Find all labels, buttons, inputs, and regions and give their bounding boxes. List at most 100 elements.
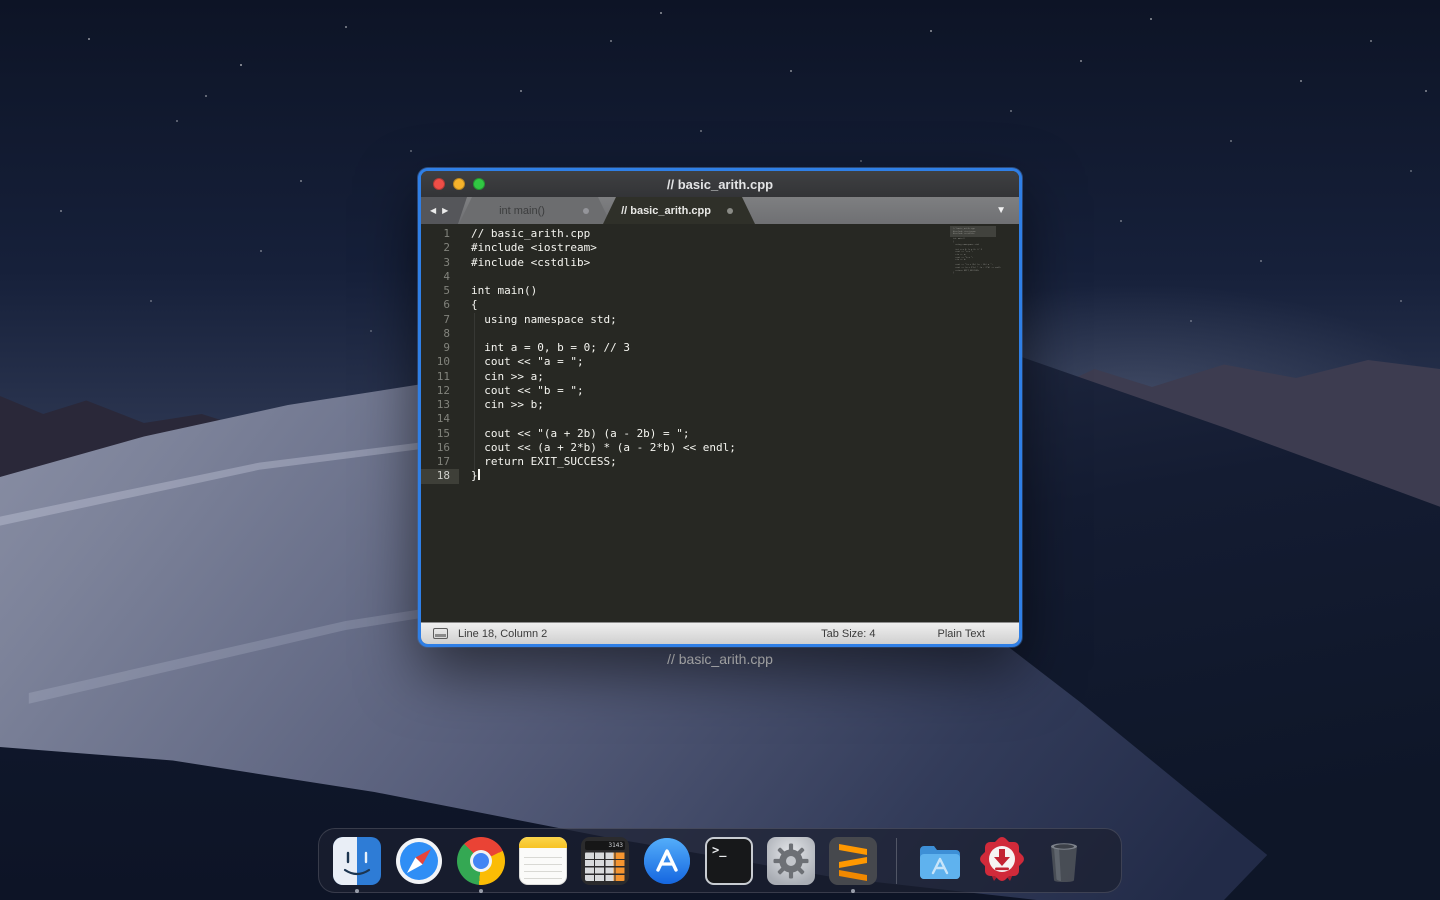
code-editor[interactable]: 1// basic_arith.cpp2#include <iostream>3… xyxy=(421,224,1019,622)
dock-chrome[interactable] xyxy=(457,837,505,885)
tab-label: // basic_arith.cpp xyxy=(621,205,711,217)
code-line[interactable]: 15 cout << "(a + 2b) (a - 2b) = "; xyxy=(421,427,1019,441)
code-text: using namespace std; xyxy=(459,313,617,327)
forward-arrow-icon[interactable]: ▶ xyxy=(442,206,448,215)
code-line[interactable]: 12 cout << "b = "; xyxy=(421,384,1019,398)
code-text: #include <cstdlib> xyxy=(459,256,590,270)
code-line[interactable]: 2#include <iostream> xyxy=(421,241,1019,255)
code-line[interactable]: 5int main() xyxy=(421,284,1019,298)
running-indicator-dot xyxy=(355,889,359,893)
line-number: 2 xyxy=(421,241,459,255)
calculator-icon: 3143 xyxy=(581,837,629,885)
panel-toggle-icon[interactable] xyxy=(433,628,448,639)
minimap[interactable]: // basic_arith.cpp #include <iostream> #… xyxy=(953,228,993,275)
gear-icon xyxy=(771,841,811,881)
code-text: cout << "a = "; xyxy=(459,355,584,369)
window-titlebar[interactable]: // basic_arith.cpp xyxy=(421,171,1019,197)
code-line[interactable]: 14 xyxy=(421,412,1019,426)
code-line[interactable]: 17 return EXIT_SUCCESS; xyxy=(421,455,1019,469)
line-number: 6 xyxy=(421,298,459,312)
code-text: return EXIT_SUCCESS; xyxy=(459,455,617,469)
code-text: cout << (a + 2*b) * (a - 2*b) << endl; xyxy=(459,441,736,455)
code-text xyxy=(459,412,471,426)
code-text: #include <iostream> xyxy=(459,241,597,255)
system-preferences-icon xyxy=(767,837,815,885)
tab-basic-arith-cpp[interactable]: // basic_arith.cpp xyxy=(603,197,755,224)
code-line[interactable]: 11 cin >> a; xyxy=(421,370,1019,384)
line-number: 3 xyxy=(421,256,459,270)
code-line[interactable]: 7 using namespace std; xyxy=(421,313,1019,327)
tab-modified-dot-icon[interactable] xyxy=(583,208,589,214)
tabs-container: int main()// basic_arith.cpp xyxy=(467,197,755,224)
line-number: 8 xyxy=(421,327,459,341)
running-indicator-dot xyxy=(479,889,483,893)
line-number: 13 xyxy=(421,398,459,412)
dock: 3143 >_ xyxy=(318,828,1122,893)
tab-bar: ◀ ▶ int main()// basic_arith.cpp ▼ xyxy=(421,197,1019,224)
status-bar: Line 18, Column 2 Tab Size: 4 Plain Text xyxy=(421,622,1019,644)
notes-icon xyxy=(519,837,567,885)
back-arrow-icon[interactable]: ◀ xyxy=(430,206,436,215)
line-number: 16 xyxy=(421,441,459,455)
code-text xyxy=(459,327,471,341)
text-cursor xyxy=(478,469,480,480)
terminal-icon: >_ xyxy=(705,837,753,885)
line-number: 9 xyxy=(421,341,459,355)
code-lines: 1// basic_arith.cpp2#include <iostream>3… xyxy=(421,227,1019,484)
code-text: cout << "b = "; xyxy=(459,384,584,398)
zoom-button[interactable] xyxy=(473,178,485,190)
code-text: cin >> a; xyxy=(459,370,544,384)
dock-safari[interactable] xyxy=(395,837,443,885)
dock-downloads[interactable] xyxy=(978,837,1026,885)
dock-notes[interactable] xyxy=(519,837,567,885)
dock-sublime-text[interactable] xyxy=(829,837,877,885)
tab-list-dropdown-icon[interactable]: ▼ xyxy=(996,205,1006,216)
code-line[interactable]: 13 cin >> b; xyxy=(421,398,1019,412)
traffic-lights xyxy=(433,178,485,190)
tab-nav: ◀ ▶ xyxy=(421,197,467,224)
code-line[interactable]: 9 int a = 0, b = 0; // 3 xyxy=(421,341,1019,355)
code-text: { xyxy=(459,298,478,312)
app-store-icon xyxy=(643,837,691,885)
minimize-button[interactable] xyxy=(453,178,465,190)
code-text xyxy=(459,270,471,284)
tab-modified-dot-icon[interactable] xyxy=(727,208,733,214)
tab-size-setting[interactable]: Tab Size: 4 xyxy=(821,628,875,640)
line-number: 5 xyxy=(421,284,459,298)
downloads-icon xyxy=(978,837,1026,885)
code-line[interactable]: 3#include <cstdlib> xyxy=(421,256,1019,270)
window-title: // basic_arith.cpp xyxy=(421,177,1019,192)
line-number: 18 xyxy=(421,469,459,483)
dock-terminal[interactable]: >_ xyxy=(705,837,753,885)
indent-guide xyxy=(474,313,475,470)
code-text: // basic_arith.cpp xyxy=(459,227,590,241)
code-line[interactable]: 10 cout << "a = "; xyxy=(421,355,1019,369)
tab-int-main[interactable]: int main() xyxy=(459,197,611,224)
close-button[interactable] xyxy=(433,178,445,190)
line-number: 12 xyxy=(421,384,459,398)
code-line[interactable]: 6{ xyxy=(421,298,1019,312)
window-caption: // basic_arith.cpp xyxy=(418,651,1022,667)
trash-icon xyxy=(1040,837,1088,885)
dock-calculator[interactable]: 3143 xyxy=(581,837,629,885)
dock-trash[interactable] xyxy=(1040,837,1088,885)
dock-finder[interactable] xyxy=(333,837,381,885)
line-number: 4 xyxy=(421,270,459,284)
code-line[interactable]: 8 xyxy=(421,327,1019,341)
code-line[interactable]: 18} xyxy=(421,469,1019,483)
code-line[interactable]: 1// basic_arith.cpp xyxy=(421,227,1019,241)
code-line[interactable]: 4 xyxy=(421,270,1019,284)
code-text: int a = 0, b = 0; // 3 xyxy=(459,341,630,355)
dock-applications-folder[interactable] xyxy=(916,837,964,885)
running-indicator-dot xyxy=(851,889,855,893)
code-line[interactable]: 16 cout << (a + 2*b) * (a - 2*b) << endl… xyxy=(421,441,1019,455)
chrome-icon xyxy=(457,837,505,885)
applications-folder-icon xyxy=(916,837,964,885)
code-text: cin >> b; xyxy=(459,398,544,412)
dock-app-store[interactable] xyxy=(643,837,691,885)
dock-divider xyxy=(896,838,897,884)
line-number: 17 xyxy=(421,455,459,469)
syntax-setting[interactable]: Plain Text xyxy=(938,628,986,640)
dock-system-preferences[interactable] xyxy=(767,837,815,885)
code-text: int main() xyxy=(459,284,537,298)
